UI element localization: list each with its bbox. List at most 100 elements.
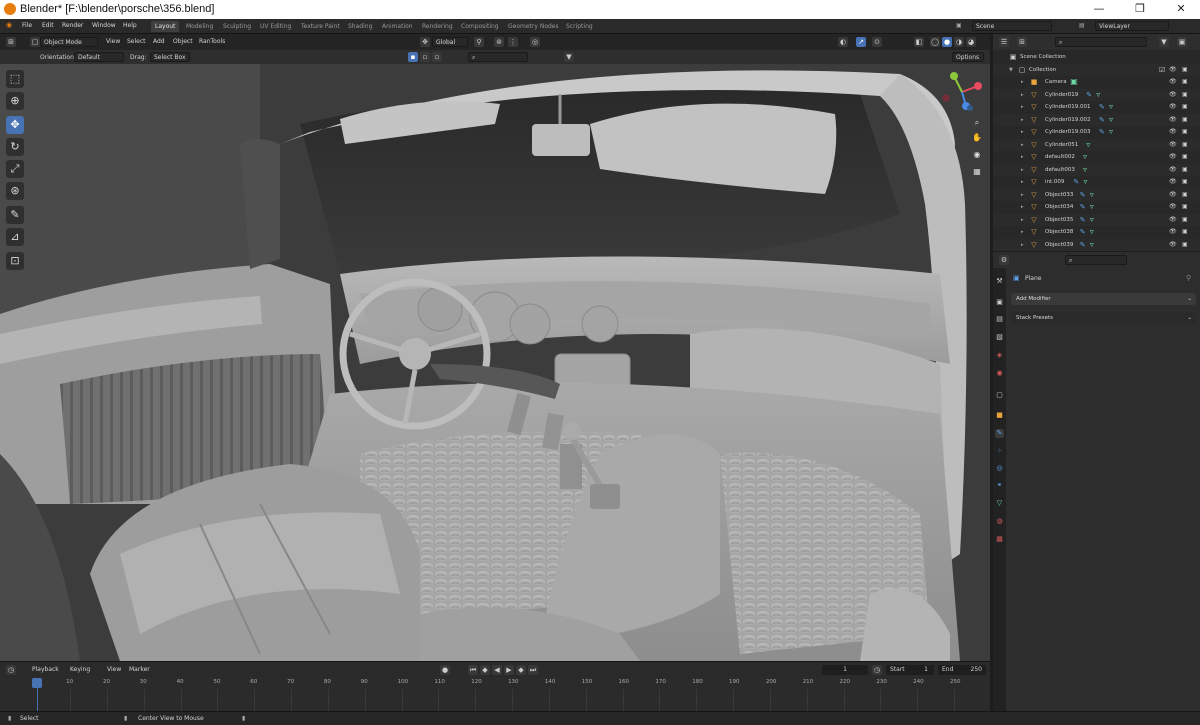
- eye-icon[interactable]: 👁: [1169, 78, 1177, 85]
- menu-view[interactable]: View: [106, 38, 120, 45]
- expand-chevron-icon[interactable]: ▸: [1021, 167, 1024, 173]
- menu-window[interactable]: Window: [92, 22, 116, 29]
- preview-range-icon[interactable]: ◷: [872, 665, 882, 675]
- eye-icon[interactable]: 👁: [1169, 141, 1177, 148]
- tab-shading[interactable]: Shading: [344, 21, 376, 32]
- outliner-row[interactable]: ▸ ▽ int.009 ✎ ▿ 👁 ▣: [993, 176, 1200, 189]
- menu-help[interactable]: Help: [123, 22, 137, 29]
- render-tab-icon[interactable]: ▣: [995, 298, 1004, 307]
- minimize-button[interactable]: —: [1092, 2, 1106, 16]
- play-reverse-icon[interactable]: ◀: [492, 665, 502, 675]
- expand-chevron-icon[interactable]: ▸: [1021, 229, 1024, 235]
- outliner-row[interactable]: ▸ ▽ Cylinder019.001 ✎ ▿ 👁 ▣: [993, 101, 1200, 114]
- drag-dropdown[interactable]: Select Box: [150, 52, 190, 62]
- view-layer-icon[interactable]: ▤: [1079, 22, 1085, 29]
- tab-animation[interactable]: Animation: [378, 21, 417, 32]
- object-tab-icon[interactable]: ■: [995, 411, 1004, 420]
- material-tab-icon[interactable]: ◍: [995, 517, 1004, 526]
- camera-render-icon[interactable]: ▣: [1182, 203, 1188, 210]
- scene-tab-icon[interactable]: ◈: [995, 351, 1004, 360]
- expand-chevron-icon[interactable]: ▸: [1021, 117, 1024, 123]
- scale-icon[interactable]: ⤢: [6, 160, 24, 178]
- gizmo-toggle-icon[interactable]: ↗: [856, 37, 866, 47]
- rendered-shading-icon[interactable]: ◕: [966, 37, 976, 47]
- snap-target-icon[interactable]: ⋮: [508, 37, 518, 47]
- view-layer-selector[interactable]: ViewLayer: [1095, 21, 1169, 31]
- maximize-button[interactable]: ❐: [1133, 2, 1147, 16]
- menu-select[interactable]: Select: [127, 38, 146, 45]
- scene-selector[interactable]: Scene: [972, 21, 1052, 31]
- outliner-row[interactable]: ▸ ▽ Cylinder019.002 ✎ ▿ 👁 ▣: [993, 113, 1200, 126]
- end-frame-field[interactable]: End 250: [938, 665, 986, 675]
- eye-icon[interactable]: 👁: [1169, 203, 1177, 210]
- playhead[interactable]: [32, 678, 42, 688]
- pan-hand-icon[interactable]: ✋: [971, 132, 983, 144]
- 3d-viewport[interactable]: [0, 34, 990, 661]
- snap-icon[interactable]: ⊚: [494, 37, 504, 47]
- orientation-dropdown[interactable]: Default: [74, 52, 124, 62]
- tab-layout[interactable]: Layout: [151, 21, 180, 32]
- tab-modeling[interactable]: Modeling: [182, 21, 217, 32]
- physics-tab-icon[interactable]: ◎: [995, 464, 1004, 473]
- tab-scripting[interactable]: Scripting: [562, 21, 597, 32]
- expand-chevron-icon[interactable]: ▸: [1021, 104, 1024, 110]
- properties-editor-type-icon[interactable]: ⚙: [999, 255, 1009, 265]
- collection-tab-icon[interactable]: ▢: [995, 391, 1004, 400]
- view-layer-tab-icon[interactable]: ▧: [995, 333, 1004, 342]
- visibility-icon[interactable]: ◐: [838, 37, 848, 47]
- options-dropdown[interactable]: Options: [952, 52, 984, 62]
- expand-chevron-icon[interactable]: ▸: [1021, 92, 1024, 98]
- eye-icon[interactable]: 👁: [1169, 166, 1177, 173]
- properties-search-input[interactable]: ⌕: [1065, 255, 1127, 265]
- camera-render-icon[interactable]: ▣: [1182, 228, 1188, 235]
- pin-icon[interactable]: ⚲: [1186, 274, 1191, 282]
- eye-icon[interactable]: 👁: [1169, 128, 1177, 135]
- expand-chevron-icon[interactable]: ▸: [1021, 192, 1024, 198]
- eye-icon[interactable]: 👁: [1169, 116, 1177, 123]
- select-box-icon[interactable]: ⬚: [6, 70, 24, 88]
- new-collection-icon[interactable]: ▣: [1177, 37, 1187, 47]
- constraints-tab-icon[interactable]: ⚭: [995, 481, 1004, 490]
- menu-edit[interactable]: Edit: [42, 22, 54, 29]
- expand-chevron-icon[interactable]: ▸: [1021, 129, 1024, 135]
- outliner-row[interactable]: ▸ ▽ Cylinder019 ✎ ▿ 👁 ▣: [993, 88, 1200, 101]
- measure-icon[interactable]: ⊿: [6, 228, 24, 246]
- tab-sculpting[interactable]: Sculpting: [219, 21, 255, 32]
- scene-selector-icon[interactable]: ▣: [956, 22, 962, 29]
- particles-tab-icon[interactable]: ⁘: [995, 447, 1004, 456]
- menu-object[interactable]: Object: [173, 38, 193, 45]
- texture-tab-icon[interactable]: ▦: [995, 535, 1004, 544]
- expand-chevron-icon[interactable]: ▸: [1021, 79, 1024, 85]
- expand-chevron-icon[interactable]: ▸: [1021, 204, 1024, 210]
- camera-render-icon[interactable]: ▣: [1182, 191, 1188, 198]
- menu-marker[interactable]: Marker: [129, 666, 150, 673]
- menu-add[interactable]: Add: [153, 38, 165, 45]
- camera-render-icon[interactable]: ▣: [1182, 128, 1188, 135]
- world-tab-icon[interactable]: ◉: [995, 369, 1004, 378]
- rotate-icon[interactable]: ↻: [6, 138, 24, 156]
- outliner-row[interactable]: ▸ ■ Camera ▣ 👁 ▣: [993, 76, 1200, 89]
- editor-type-icon[interactable]: ⊞: [6, 37, 16, 47]
- play-icon[interactable]: ▶: [504, 665, 514, 675]
- expand-chevron-icon[interactable]: ▸: [1021, 217, 1024, 223]
- blender-menu-icon[interactable]: ◉: [6, 21, 12, 29]
- add-cube-icon[interactable]: ⊡: [6, 252, 24, 270]
- camera-render-icon[interactable]: ▣: [1182, 66, 1188, 73]
- filter-icon[interactable]: ▼: [564, 52, 574, 62]
- output-tab-icon[interactable]: ▤: [995, 315, 1004, 324]
- xray-icon[interactable]: ◧: [914, 37, 924, 47]
- outliner-row[interactable]: ▸ ▽ default003 ▿ 👁 ▣: [993, 163, 1200, 176]
- display-mode-icon[interactable]: ⊞: [1017, 37, 1027, 47]
- eye-icon[interactable]: 👁: [1169, 103, 1177, 110]
- eye-icon[interactable]: 👁: [1169, 91, 1177, 98]
- jump-end-icon[interactable]: ⏭: [528, 665, 538, 675]
- camera-render-icon[interactable]: ▣: [1182, 166, 1188, 173]
- move-icon[interactable]: ✥: [6, 116, 24, 134]
- camera-render-icon[interactable]: ▣: [1182, 141, 1188, 148]
- outliner-search-input[interactable]: ⌕: [1055, 37, 1147, 47]
- outliner-row-scene-collection[interactable]: ▣ Scene Collection: [993, 51, 1200, 64]
- eye-icon[interactable]: 👁: [1169, 216, 1177, 223]
- modifier-tab-icon[interactable]: ✎: [995, 429, 1004, 438]
- outliner-row[interactable]: ▸ ▽ Object033 ✎ ▿ 👁 ▣: [993, 188, 1200, 201]
- pivot-icon[interactable]: ⚲: [474, 37, 484, 47]
